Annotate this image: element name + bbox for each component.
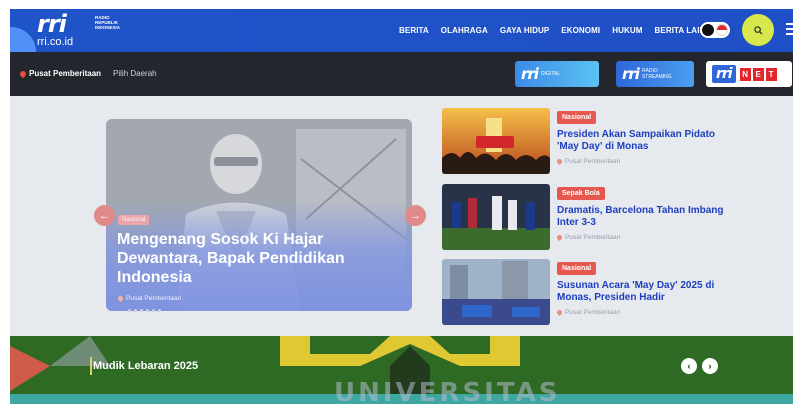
watermark-text: UNIVERSITAS — [334, 378, 561, 404]
main-content: Nasional Mengenang Sosok Ki Hajar Dewant… — [10, 96, 793, 336]
location-pin-icon — [555, 233, 564, 242]
banner-next-button[interactable]: › — [702, 358, 718, 374]
news-location-text: Pusat Pemberitaan — [565, 234, 621, 241]
arrow-left-icon: ← — [99, 209, 110, 222]
rri-logo[interactable]: rri RADIO REPUBLIK INDONESIA rri.co.id — [37, 10, 120, 49]
slide-category-tag[interactable]: Nasional — [118, 215, 150, 225]
hamburger-menu-icon[interactable] — [786, 23, 793, 38]
news-location: Pusat Pemberitaan — [555, 157, 621, 166]
nav-ekonomi[interactable]: EKONOMI — [561, 26, 600, 35]
chevron-right-icon: › — [708, 361, 712, 371]
nav-olahraga[interactable]: OLAHRAGA — [441, 26, 488, 35]
slider-next-button[interactable]: → — [405, 205, 426, 226]
news-thumbnail — [442, 108, 550, 174]
news-thumbnail — [442, 259, 550, 325]
site-header: rri RADIO REPUBLIK INDONESIA rri.co.id B… — [10, 9, 793, 52]
search-button[interactable] — [742, 14, 774, 46]
news-title[interactable]: Presiden Akan Sampaikan Pidato 'May Day'… — [557, 129, 737, 153]
logo-mark: rri — [37, 10, 67, 38]
rri-streaming-logo: rri — [622, 65, 640, 83]
net-letter-n: N — [739, 67, 751, 81]
nav-gaya-hidup[interactable]: GAYA HIDUP — [500, 26, 549, 35]
slide-location: Pusat Pemberitaan — [116, 294, 182, 303]
slide-location-text: Pusat Pemberitaan — [126, 295, 182, 302]
news-location: Pusat Pemberitaan — [555, 308, 621, 317]
news-item[interactable]: Nasional Presiden Akan Sampaikan Pidato … — [442, 108, 762, 174]
nav-hukum[interactable]: HUKUM — [612, 26, 642, 35]
net-letter-e: E — [752, 67, 764, 81]
news-location-text: Pusat Pemberitaan — [565, 309, 621, 316]
banner-title[interactable]: Mudik Lebaran 2025 — [93, 360, 198, 372]
slider-dot[interactable] — [134, 309, 137, 312]
rri-digital-logo: rri — [521, 65, 539, 83]
news-item[interactable]: Sepak Bola Dramatis, Barcelona Tahan Imb… — [442, 184, 762, 250]
current-location[interactable]: Pusat Pemberitaan — [29, 69, 101, 78]
banner-accent-bar — [90, 357, 92, 375]
chevron-left-icon: ‹ — [687, 361, 691, 371]
location-pin-icon — [18, 69, 28, 78]
logo-domain: rri.co.id — [37, 36, 74, 48]
news-thumbnail — [442, 184, 550, 250]
rri-streaming-label: RADIO STREAMING — [641, 68, 672, 80]
net-letter-t: T — [765, 67, 777, 81]
slider-dot[interactable] — [128, 309, 131, 312]
slide-title[interactable]: Mengenang Sosok Ki Hajar Dewantara, Bapa… — [117, 230, 357, 287]
nav-berita[interactable]: BERITA — [399, 26, 429, 35]
nav-berita-lain[interactable]: BERITA LAIN — [655, 26, 706, 35]
rri-digital-badge[interactable]: rri DIGITAL — [515, 61, 599, 87]
rri-net-logo: rri — [712, 65, 736, 83]
slider-prev-button[interactable]: ← — [94, 205, 115, 226]
dark-mode-icon — [702, 24, 714, 36]
logo-subtitle: RADIO REPUBLIK INDONESIA — [95, 15, 121, 30]
logo-swoosh — [10, 27, 36, 52]
slider-dot[interactable] — [152, 309, 155, 312]
rri-streaming-badge[interactable]: rri RADIO STREAMING — [616, 61, 694, 87]
rri-net-badge[interactable]: rri N E T — [706, 61, 792, 87]
slider-dot[interactable] — [140, 309, 143, 312]
flag-icon — [716, 24, 728, 36]
location-pin-icon — [116, 294, 125, 303]
location-pin-icon — [555, 157, 564, 166]
banner-prev-button[interactable]: ‹ — [681, 358, 697, 374]
slider-dot[interactable] — [158, 309, 161, 312]
news-title[interactable]: Dramatis, Barcelona Tahan Imbang Inter 3… — [557, 205, 737, 229]
headline-slider[interactable]: Nasional Mengenang Sosok Ki Hajar Dewant… — [106, 119, 412, 311]
rri-digital-label: DIGITAL — [540, 71, 561, 77]
news-category[interactable]: Nasional — [557, 111, 597, 124]
news-category[interactable]: Nasional — [557, 262, 597, 275]
arrow-right-icon: → — [410, 209, 421, 222]
sub-bar: Pusat Pemberitaan Pilih Daerah rri DIGIT… — [10, 52, 793, 96]
choose-region-link[interactable]: Pilih Daerah — [113, 69, 157, 78]
news-category[interactable]: Sepak Bola — [557, 187, 605, 200]
main-nav: BERITA OLAHRAGA GAYA HIDUP EKONOMI HUKUM… — [399, 26, 717, 35]
news-location-text: Pusat Pemberitaan — [565, 158, 621, 165]
theme-toggle[interactable] — [700, 22, 730, 38]
slider-dots — [128, 309, 161, 312]
slider-dot[interactable] — [146, 309, 149, 312]
news-item[interactable]: Nasional Susunan Acara 'May Day' 2025 di… — [442, 259, 762, 325]
search-icon — [753, 25, 763, 35]
news-title[interactable]: Susunan Acara 'May Day' 2025 di Monas, P… — [557, 280, 737, 304]
news-location: Pusat Pemberitaan — [555, 233, 621, 242]
location-pin-icon — [555, 308, 564, 317]
